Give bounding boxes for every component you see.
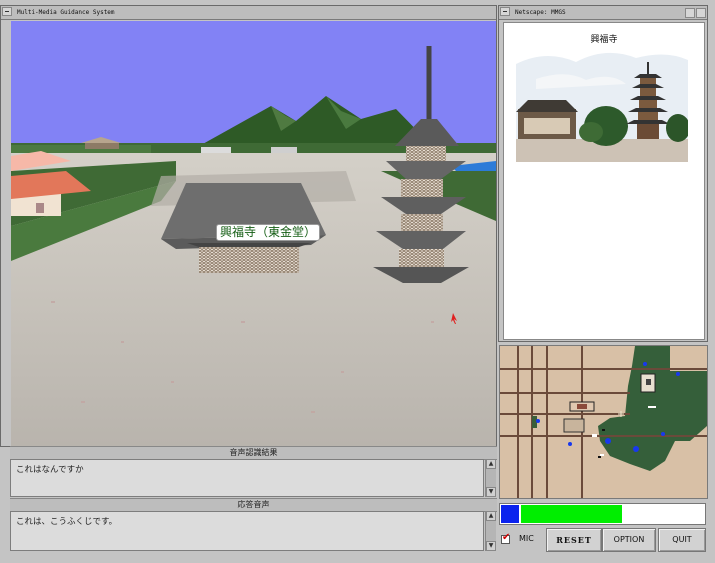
browser-title: Netscape: MMGS bbox=[515, 9, 566, 16]
reset-button[interactable]: RESET bbox=[546, 528, 602, 552]
main-window-titlebar[interactable]: Multi-Media Guidance System bbox=[1, 6, 496, 20]
main-window-title: Multi-Media Guidance System bbox=[17, 9, 115, 16]
maximize-button[interactable] bbox=[696, 8, 706, 18]
scroll-up-icon[interactable]: ▲ bbox=[486, 459, 496, 469]
level-marker bbox=[501, 505, 519, 523]
response-scrollbar[interactable]: ▲ ▼ bbox=[485, 511, 496, 551]
window-menu-button[interactable] bbox=[500, 7, 510, 16]
mic-label: MIC bbox=[519, 534, 534, 543]
minimize-button[interactable] bbox=[685, 8, 695, 18]
recognition-text: これはなんですか bbox=[16, 465, 84, 475]
mic-checkbox[interactable]: ✔ bbox=[501, 532, 511, 544]
check-icon: ✔ bbox=[502, 532, 511, 543]
browser-window: Netscape: MMGS 興福寺 bbox=[498, 5, 708, 342]
3d-scene-view[interactable]: 興福寺（東金堂） bbox=[11, 21, 496, 446]
window-menu-button[interactable] bbox=[2, 7, 12, 16]
level-fill bbox=[521, 505, 622, 523]
response-header: 応答音声 bbox=[10, 498, 497, 512]
recognition-scrollbar[interactable]: ▲ ▼ bbox=[485, 459, 496, 497]
response-text: これは、こうふくじです。 bbox=[16, 517, 118, 527]
recognition-textbox[interactable]: これはなんですか bbox=[10, 459, 484, 497]
browser-content[interactable]: 興福寺 bbox=[503, 22, 705, 340]
audio-level-meter bbox=[499, 503, 706, 525]
map-graphic bbox=[500, 346, 707, 498]
recognition-header: 音声認識結果 bbox=[10, 446, 497, 460]
overview-map[interactable] bbox=[499, 345, 708, 499]
option-button[interactable]: OPTION bbox=[602, 528, 656, 552]
scroll-up-icon[interactable]: ▲ bbox=[486, 511, 496, 521]
scroll-down-icon[interactable]: ▼ bbox=[486, 541, 496, 551]
kofukuji-photo bbox=[516, 44, 688, 162]
mic-toggle[interactable]: ✔ MIC bbox=[499, 530, 545, 550]
browser-titlebar[interactable]: Netscape: MMGS bbox=[499, 6, 707, 20]
scene-label: 興福寺（東金堂） bbox=[216, 224, 321, 241]
scroll-down-icon[interactable]: ▼ bbox=[486, 487, 496, 497]
main-window: Multi-Media Guidance System 興福寺（東金堂） bbox=[0, 5, 497, 447]
response-textbox[interactable]: これは、こうふくじです。 bbox=[10, 511, 484, 551]
quit-button[interactable]: QUIT bbox=[658, 528, 706, 552]
